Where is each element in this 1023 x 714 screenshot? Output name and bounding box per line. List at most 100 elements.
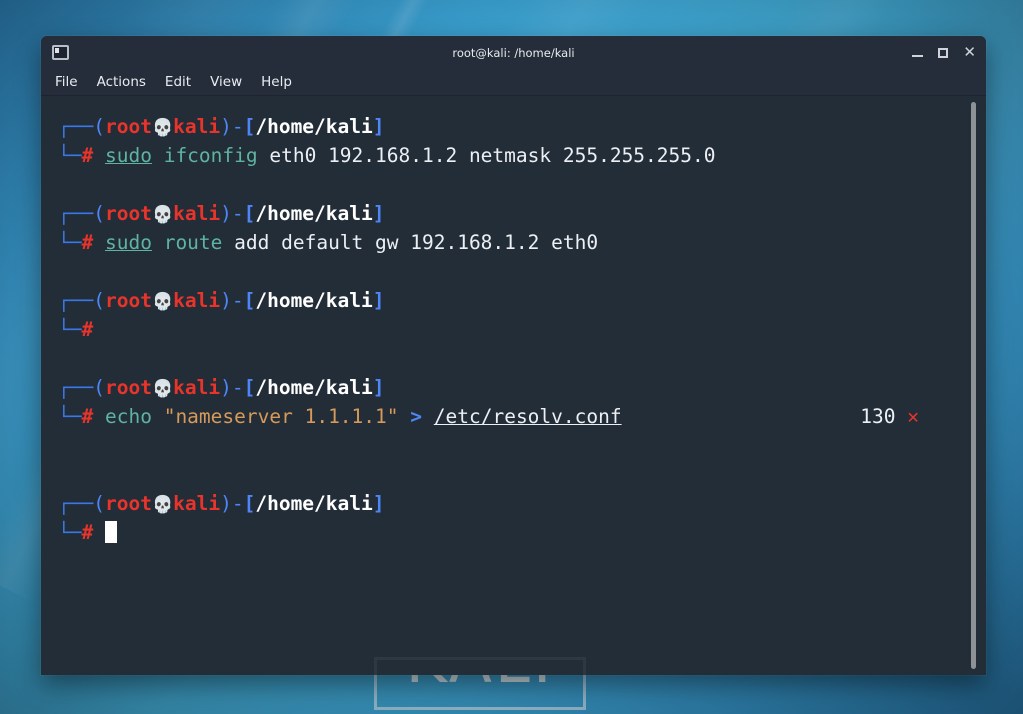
prompt-line: ┌──(root💀kali)-[/home/kali] [58,199,986,228]
menu-item-edit[interactable]: Edit [165,74,191,90]
skull-icon: 💀 [151,495,174,515]
terminal-scrollbar[interactable] [971,102,976,669]
prompt-close-paren: ) [220,115,232,138]
prompt-open-bracket: [ [243,289,256,312]
prompt-sigil: # [81,144,94,167]
prompt-corner-top: ┌── [58,492,94,515]
prompt-open-paren: ( [93,492,105,515]
terminal-block: ┌──(root💀kali)-[/home/kali] └─# [58,286,986,344]
prompt-host: kali [173,202,221,225]
prompt-user: root [104,492,152,515]
prompt-sigil: # [81,231,94,254]
prompt-close-paren: ) [220,202,232,225]
prompt-corner-top: ┌── [58,376,94,399]
window-controls: ✕ [912,45,976,60]
prompt-open-bracket: [ [243,202,256,225]
terminal-scrollbar-thumb[interactable] [971,102,976,669]
maximize-button[interactable] [938,47,949,58]
prompt-open-paren: ( [93,376,105,399]
prompt-open-bracket: [ [243,376,256,399]
command-line: └─# sudo route add default gw 192.168.1.… [58,228,986,257]
prompt-host: kali [173,115,221,138]
menu-item-view[interactable]: View [210,74,242,90]
terminal-kali-watermark: KALI [374,657,586,675]
command-token: sudo [104,144,152,167]
minimize-button[interactable] [912,54,924,57]
prompt-open-paren: ( [93,202,105,225]
prompt-host: kali [173,376,221,399]
window-title: root@kali: /home/kali [452,45,575,60]
command-token [152,405,164,428]
prompt-close-bracket: ] [372,376,385,399]
prompt-close-bracket: ] [372,115,385,138]
command-token: add default gw 192.168.1.2 eth0 [222,231,599,254]
command-token: sudo [104,231,152,254]
command-token: /etc/resolv.conf [433,405,622,428]
prompt-line: ┌──(root💀kali)-[/home/kali] [58,286,986,315]
prompt-cwd: /home/kali [255,376,373,399]
prompt-cwd: /home/kali [255,202,373,225]
prompt-sigil: # [81,405,94,428]
prompt-line: ┌──(root💀kali)-[/home/kali] [58,373,986,402]
exit-error-icon: ✕ [907,405,919,428]
terminal-content: ┌──(root💀kali)-[/home/kali] └─# sudo ifco… [41,112,986,547]
prompt-user: root [104,202,152,225]
terminal-icon [52,45,69,60]
command-token: > [410,405,423,428]
command-token [152,144,164,167]
prompt-host: kali [173,492,221,515]
prompt-close-paren: ) [220,376,232,399]
skull-icon: 💀 [151,205,174,225]
terminal-kali-watermark-text: KALI [406,672,555,676]
prompt-corner-top: ┌── [58,115,94,138]
prompt-sigil: # [81,521,94,544]
prompt-corner-bottom: └─ [58,521,82,544]
command-line: └─# echo "nameserver 1.1.1.1" > /etc/res… [58,402,986,431]
prompt-open-paren: ( [93,289,105,312]
prompt-user: root [104,376,152,399]
close-button[interactable]: ✕ [963,45,976,60]
prompt-dash: - [231,492,244,515]
command-token [152,231,164,254]
command-token: eth0 192.168.1.2 netmask 255.255.255.0 [257,144,716,167]
command-token [422,405,434,428]
command-token: route [163,231,223,254]
prompt-corner-top: ┌── [58,289,94,312]
prompt-dash: - [231,376,244,399]
prompt-dash: - [231,202,244,225]
prompt-open-bracket: [ [243,115,256,138]
terminal-block: ┌──(root💀kali)-[/home/kali] └─# sudo ifco… [58,112,986,170]
prompt-dash: - [231,115,244,138]
prompt-corner-bottom: └─ [58,144,82,167]
command-line: └─# [58,315,986,344]
prompt-cwd: /home/kali [255,289,373,312]
prompt-corner-top: ┌── [58,202,94,225]
command-token: "nameserver 1.1.1.1" [163,405,399,428]
terminal-output-area[interactable]: KALI ┌──(root💀kali)-[/home/kali]└─# sudo… [41,96,986,675]
terminal-block: ┌──(root💀kali)-[/home/kali] └─# echo "nam… [58,373,986,431]
prompt-cwd: /home/kali [255,115,373,138]
menubar: File Actions Edit View Help [41,69,986,96]
prompt-line: ┌──(root💀kali)-[/home/kali] [58,489,986,518]
menu-item-file[interactable]: File [55,74,78,90]
skull-icon: 💀 [151,292,174,312]
prompt-close-bracket: ] [372,289,385,312]
menu-item-help[interactable]: Help [261,74,292,90]
command-line: └─# sudo ifconfig eth0 192.168.1.2 netma… [58,141,986,170]
prompt-sigil: # [81,318,94,341]
terminal-window: root@kali: /home/kali ✕ File Actions Edi… [41,36,986,675]
desktop: KALI root@kali: /home/kali ✕ File Action… [0,0,1023,714]
command-token: ifconfig [163,144,258,167]
terminal-block: ┌──(root💀kali)-[/home/kali] └─# sudo rout… [58,199,986,257]
prompt-user: root [104,115,152,138]
prompt-close-bracket: ] [372,202,385,225]
window-titlebar[interactable]: root@kali: /home/kali ✕ [41,36,986,69]
prompt-cwd: /home/kali [255,492,373,515]
menu-item-actions[interactable]: Actions [97,74,146,90]
prompt-open-bracket: [ [243,492,256,515]
terminal-cursor [104,521,117,543]
